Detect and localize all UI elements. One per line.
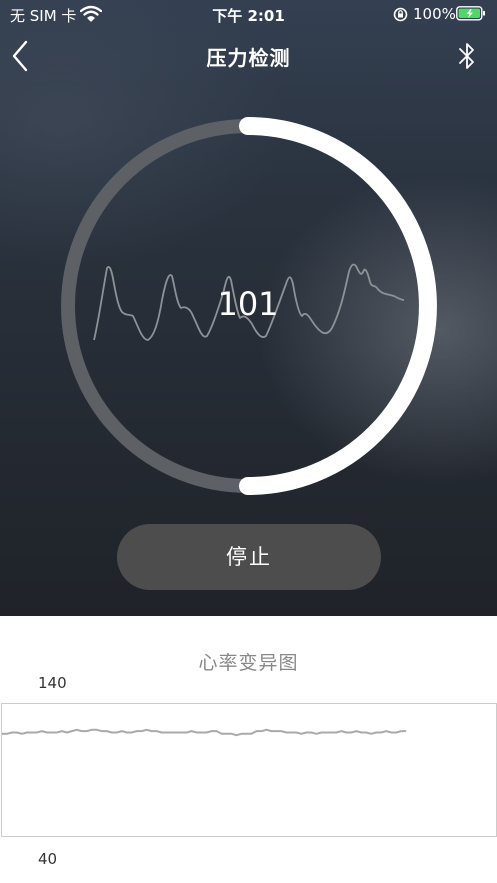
bluetooth-button[interactable] [455,41,479,71]
battery-percent: 100% [413,5,456,23]
page-title: 压力检测 [206,46,291,70]
battery-icon [456,6,486,25]
status-bar: 无 SIM 卡 下午 2:01 100% [0,0,497,28]
rotation-lock-icon [393,7,408,26]
y-axis-max-label: 140 [38,674,67,692]
chart-frame [1,703,497,837]
stress-value: 101 [217,285,279,323]
bluetooth-icon [459,43,474,69]
stop-button[interactable]: 停止 [117,524,381,590]
measurement-panel: 无 SIM 卡 下午 2:01 100% 压力检测 101 停止 [0,0,497,616]
hrv-chart [1,703,497,837]
y-axis-min-label: 40 [38,850,58,868]
hrv-chart-title: 心率变异图 [198,652,299,674]
pressure-detection-screen: 无 SIM 卡 下午 2:01 100% 压力检测 101 停止 心率变异图 1… [0,0,497,883]
